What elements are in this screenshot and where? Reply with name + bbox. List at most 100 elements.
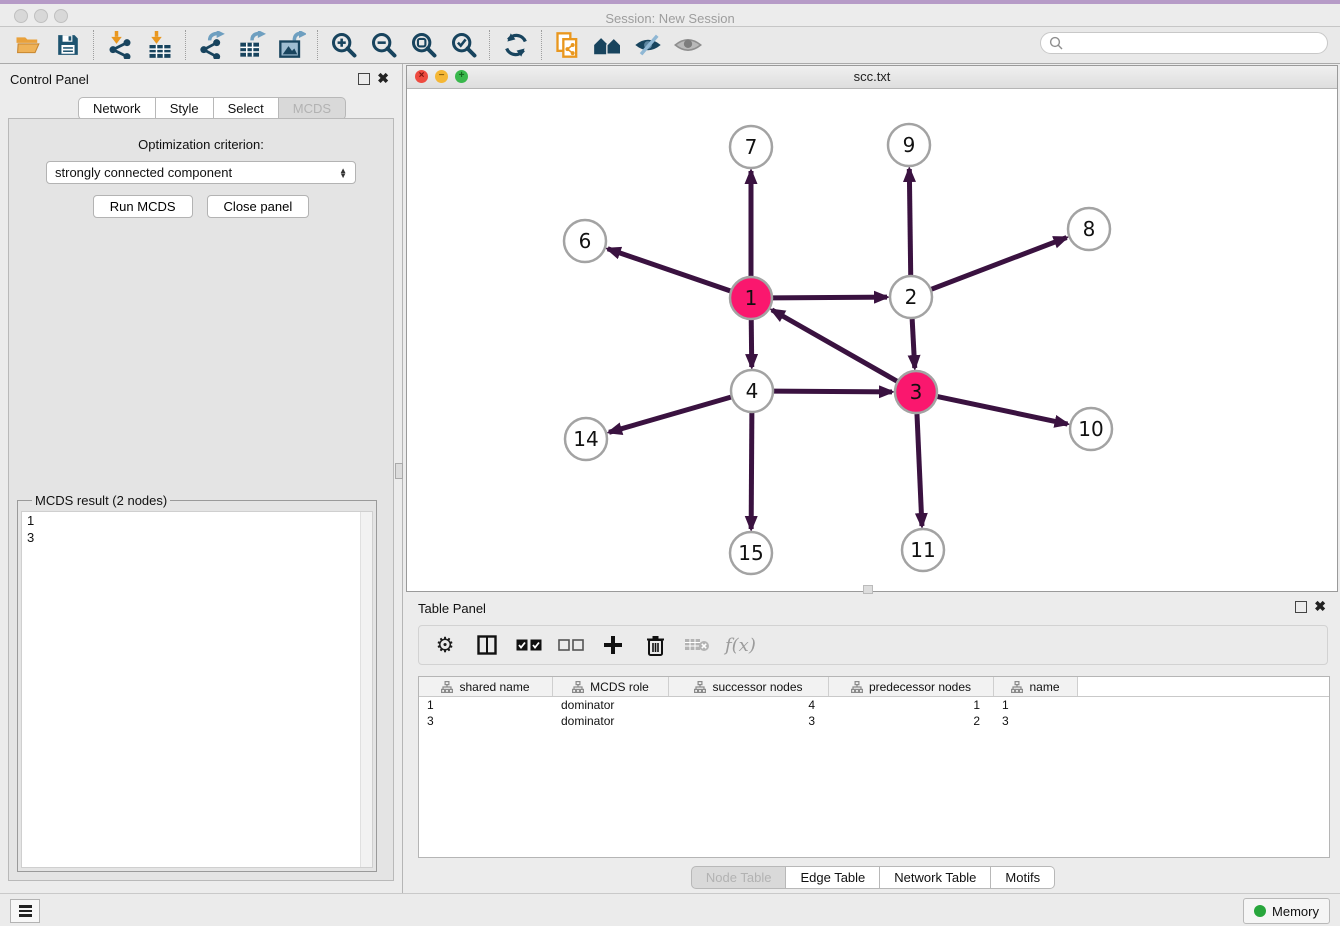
- edge-3-10[interactable]: [938, 397, 1068, 424]
- open-session-icon[interactable]: [8, 30, 48, 60]
- node-9[interactable]: 9: [888, 124, 930, 166]
- node-6[interactable]: 6: [564, 220, 606, 262]
- zoom-selected-icon[interactable]: [444, 30, 484, 60]
- node-14[interactable]: 14: [565, 418, 607, 460]
- show-all-icon[interactable]: [668, 30, 708, 60]
- scrollbar-track[interactable]: [360, 512, 372, 867]
- svg-text:3: 3: [910, 380, 923, 404]
- edge-3-1[interactable]: [772, 310, 897, 381]
- node-8[interactable]: 8: [1068, 208, 1110, 250]
- table-row[interactable]: 3dominator323: [419, 713, 1329, 729]
- tab-network[interactable]: Network: [78, 97, 156, 120]
- edge-3-11[interactable]: [917, 414, 922, 526]
- table-panel-title: Table Panel: [418, 601, 486, 616]
- search-input[interactable]: [1063, 35, 1327, 52]
- column-header-shared-name[interactable]: shared name: [419, 677, 553, 696]
- close-table-panel-icon[interactable]: ✖: [1314, 599, 1326, 613]
- mcds-result-item[interactable]: 3: [22, 529, 372, 546]
- tab-node-table[interactable]: Node Table: [691, 866, 787, 889]
- edge-1-4[interactable]: [751, 320, 752, 367]
- toolbar-separator: [541, 30, 543, 60]
- tab-edge-table[interactable]: Edge Table: [786, 866, 880, 889]
- search-icon: [1049, 36, 1063, 50]
- node-11[interactable]: 11: [902, 529, 944, 571]
- tab-style[interactable]: Style: [156, 97, 214, 120]
- dropdown-value: strongly connected component: [55, 165, 232, 180]
- node-15[interactable]: 15: [730, 532, 772, 574]
- tab-mcds[interactable]: MCDS: [279, 97, 346, 120]
- run-mcds-button[interactable]: Run MCDS: [93, 195, 193, 218]
- export-image-icon[interactable]: [272, 30, 312, 60]
- export-table-icon[interactable]: [232, 30, 272, 60]
- edge-4-3[interactable]: [774, 391, 892, 392]
- apply-layout-icon[interactable]: [496, 30, 536, 60]
- mcds-result-list[interactable]: 13: [21, 511, 373, 868]
- tab-network-table[interactable]: Network Table: [880, 866, 991, 889]
- memory-label: Memory: [1272, 904, 1319, 919]
- table-panel-buttons: ✖: [1295, 599, 1326, 613]
- edge-4-14[interactable]: [609, 397, 731, 432]
- memory-button[interactable]: Memory: [1243, 898, 1330, 924]
- edge-1-2[interactable]: [773, 297, 887, 298]
- window-titlebar: Session: New Session: [0, 4, 1340, 27]
- table-row[interactable]: 1dominator411: [419, 697, 1329, 713]
- node-4[interactable]: 4: [731, 370, 773, 412]
- node-table: shared nameMCDS rolesuccessor nodesprede…: [418, 676, 1330, 858]
- zoom-out-icon[interactable]: [364, 30, 404, 60]
- table-panel: Table Panel ✖ ⚙ f(x) shared nameMCDS rol…: [406, 595, 1340, 890]
- close-panel-icon[interactable]: ✖: [377, 71, 389, 85]
- show-column-panel-icon[interactable]: [473, 631, 501, 659]
- edge-4-15[interactable]: [751, 413, 752, 529]
- hide-selected-icon[interactable]: [628, 30, 668, 60]
- network-resize-grip[interactable]: [863, 585, 873, 594]
- export-network-icon[interactable]: [192, 30, 232, 60]
- mcds-result-item[interactable]: 1: [22, 512, 372, 529]
- svg-text:11: 11: [910, 538, 935, 562]
- edge-2-9[interactable]: [909, 169, 910, 275]
- tab-select[interactable]: Select: [214, 97, 279, 120]
- select-all-icon[interactable]: [515, 631, 543, 659]
- svg-text:7: 7: [745, 135, 758, 159]
- save-session-icon[interactable]: [48, 30, 88, 60]
- duplicate-network-icon[interactable]: [548, 30, 588, 60]
- optimization-criterion-select[interactable]: strongly connected component ▲▼: [46, 161, 356, 184]
- cell-name: 1: [994, 698, 1078, 712]
- network-canvas[interactable]: 7 9 6 8 1 2 4 3 14 10 15 11: [407, 89, 1337, 591]
- mcds-result-title: MCDS result (2 nodes): [32, 493, 170, 508]
- deselect-all-icon[interactable]: [557, 631, 585, 659]
- cell-shared-name: 1: [419, 698, 553, 712]
- cell-predecessor-nodes: 2: [829, 714, 994, 728]
- node-3[interactable]: 3: [895, 371, 937, 413]
- node-2[interactable]: 2: [890, 276, 932, 318]
- function-builder-icon: f(x): [725, 635, 756, 656]
- svg-text:10: 10: [1078, 417, 1103, 441]
- add-column-icon[interactable]: [599, 631, 627, 659]
- close-panel-button[interactable]: Close panel: [207, 195, 310, 218]
- cell-successor-nodes: 4: [669, 698, 829, 712]
- control-panel-title: Control Panel: [10, 72, 89, 87]
- edge-1-6[interactable]: [608, 249, 730, 291]
- zoom-in-icon[interactable]: [324, 30, 364, 60]
- toolbar-separator: [489, 30, 491, 60]
- edge-2-3[interactable]: [912, 319, 915, 368]
- task-history-button[interactable]: [10, 899, 40, 923]
- column-header-MCDS-role[interactable]: MCDS role: [553, 677, 669, 696]
- splitter-handle[interactable]: [395, 463, 403, 479]
- import-table-icon[interactable]: [140, 30, 180, 60]
- column-header-name[interactable]: name: [994, 677, 1078, 696]
- float-panel-icon[interactable]: [358, 73, 370, 85]
- column-header-predecessor-nodes[interactable]: predecessor nodes: [829, 677, 994, 696]
- column-header-successor-nodes[interactable]: successor nodes: [669, 677, 829, 696]
- node-7[interactable]: 7: [730, 126, 772, 168]
- cell-shared-name: 3: [419, 714, 553, 728]
- first-neighbors-icon[interactable]: [588, 30, 628, 60]
- tab-motifs[interactable]: Motifs: [991, 866, 1055, 889]
- delete-column-icon[interactable]: [641, 631, 669, 659]
- node-10[interactable]: 10: [1070, 408, 1112, 450]
- float-table-panel-icon[interactable]: [1295, 601, 1307, 613]
- node-1[interactable]: 1: [730, 277, 772, 319]
- edge-2-8[interactable]: [932, 238, 1067, 290]
- zoom-fit-icon[interactable]: [404, 30, 444, 60]
- import-network-icon[interactable]: [100, 30, 140, 60]
- settings-gear-icon[interactable]: ⚙: [431, 631, 459, 659]
